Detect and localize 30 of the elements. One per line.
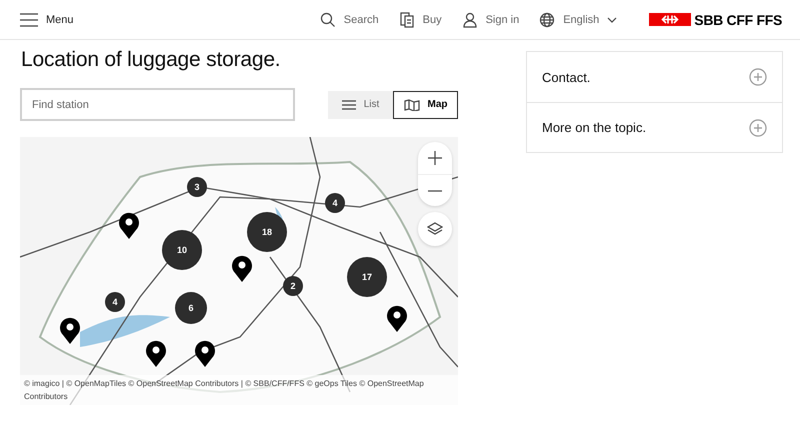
language-selector[interactable]: English bbox=[539, 12, 618, 28]
user-icon bbox=[462, 12, 478, 28]
logo[interactable]: SBB CFF FFS bbox=[649, 12, 782, 28]
page-title: Location of luggage storage. bbox=[21, 48, 282, 72]
menu-icon bbox=[20, 12, 38, 26]
list-icon bbox=[342, 100, 356, 110]
map-pin-icon[interactable] bbox=[231, 255, 253, 283]
nav-link[interactable]: Buy bbox=[398, 12, 442, 28]
globe-icon bbox=[539, 12, 556, 28]
map-pin-icon[interactable] bbox=[59, 317, 81, 345]
nav-link[interactable]: Search bbox=[320, 12, 379, 28]
view-toggle-button[interactable]: Map bbox=[393, 90, 458, 118]
tickets-icon bbox=[398, 12, 415, 28]
layers-icon bbox=[427, 222, 443, 236]
search-icon bbox=[320, 12, 336, 28]
logo-mark bbox=[649, 13, 692, 26]
map-pin-icon[interactable] bbox=[118, 212, 140, 240]
plus-icon bbox=[428, 151, 442, 165]
minus-icon bbox=[428, 190, 442, 192]
map-icon bbox=[404, 98, 420, 110]
nav-link[interactable]: Sign in bbox=[462, 12, 520, 28]
chevron-down-icon bbox=[607, 16, 618, 22]
map-pin-icon[interactable] bbox=[386, 305, 408, 333]
view-toggle-button[interactable]: List bbox=[328, 90, 393, 118]
map-pin-icon[interactable] bbox=[145, 340, 167, 368]
logo-text: SBB CFF FFS bbox=[694, 12, 782, 28]
map-attribution: © imagico | © OpenMapTiles © OpenStreetMap Contributors | © SBB/CFF/FFS © geOps Tiles © OpenStreetMap Contributors bbox=[20, 375, 458, 405]
menu-button[interactable]: Menu bbox=[20, 12, 74, 26]
search-field[interactable]: Find station bbox=[20, 88, 295, 121]
map-pin-icon[interactable] bbox=[194, 340, 216, 368]
